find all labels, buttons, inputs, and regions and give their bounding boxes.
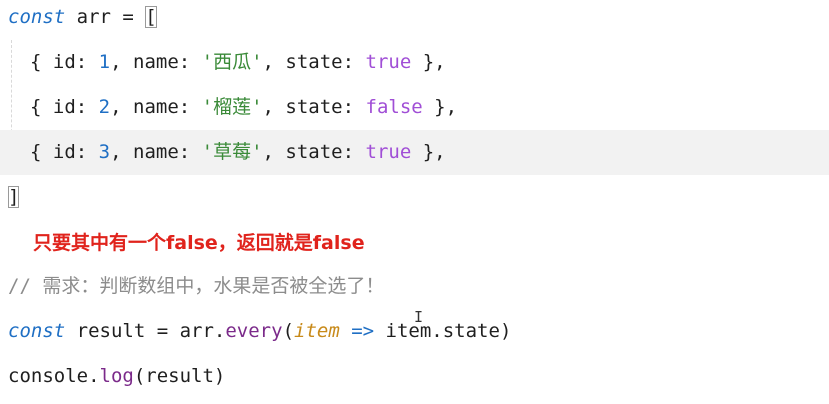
separator: , [262,141,286,163]
key-name: name: [133,96,202,118]
key-id: id: [52,51,99,73]
separator: , [110,51,133,73]
separator: , [262,96,286,118]
key-id: id: [52,96,99,118]
key-id: id: [52,141,99,163]
code-line-comment[interactable]: // 需求：判断数组中，水果是否被全选了！ [0,264,829,309]
key-name: name: [133,141,202,163]
brace-close: }, [411,141,446,163]
code-text: arr = [65,6,146,28]
function-every: every [225,320,283,342]
function-log: log [99,365,134,387]
brace-open: { [30,51,53,73]
annotation-note: 只要其中有一个false，返回就是false [33,232,365,254]
value-state: false [365,96,423,118]
key-state: state: [285,96,366,118]
code-line-2[interactable]: { id: 1, name: '西瓜', state: true }, [0,40,829,85]
code-text: result = arr. [65,320,226,342]
keyword-const: const [8,320,66,342]
value-state: true [365,51,412,73]
bracket-close: ] [8,186,20,208]
value-id: 2 [98,96,111,118]
value-name: '西瓜' [201,51,263,73]
brace-close: }, [422,96,458,118]
text-cursor-icon: I [414,308,424,326]
bracket-open: [ [145,6,157,28]
brace-close: }, [411,51,446,73]
separator: , [110,96,133,118]
code-line-5[interactable]: ] [0,175,829,220]
code-editor[interactable]: const arr = [ { id: 1, name: '西瓜', state… [0,0,829,404]
code-text: (result) [133,365,226,387]
code-line-1[interactable]: const arr = [ [0,0,829,40]
value-id: 3 [98,141,111,163]
value-state: true [365,141,412,163]
key-name: name: [133,51,202,73]
value-id: 1 [98,51,111,73]
code-line-4-current[interactable]: { id: 3, name: '草莓', state: true }, [0,130,829,175]
brace-open: { [30,141,53,163]
separator: , [110,141,133,163]
brace-open: { [30,96,53,118]
code-text: console. [8,365,100,387]
key-state: state: [285,141,366,163]
paren-open: ( [282,320,295,342]
code-line-3[interactable]: { id: 2, name: '榴莲', state: false }, [0,85,829,130]
param-item: item [294,320,340,342]
arrow-operator: => [339,320,375,342]
value-name: '榴莲' [201,96,263,118]
code-text: item.state) [374,320,512,342]
key-state: state: [285,51,366,73]
keyword-const: const [8,6,66,28]
code-line-log[interactable]: console.log(result) [0,354,829,399]
code-comment: // 需求：判断数组中，水果是否被全选了！ [8,275,385,297]
separator: , [262,51,286,73]
value-name: '草莓' [201,141,263,163]
